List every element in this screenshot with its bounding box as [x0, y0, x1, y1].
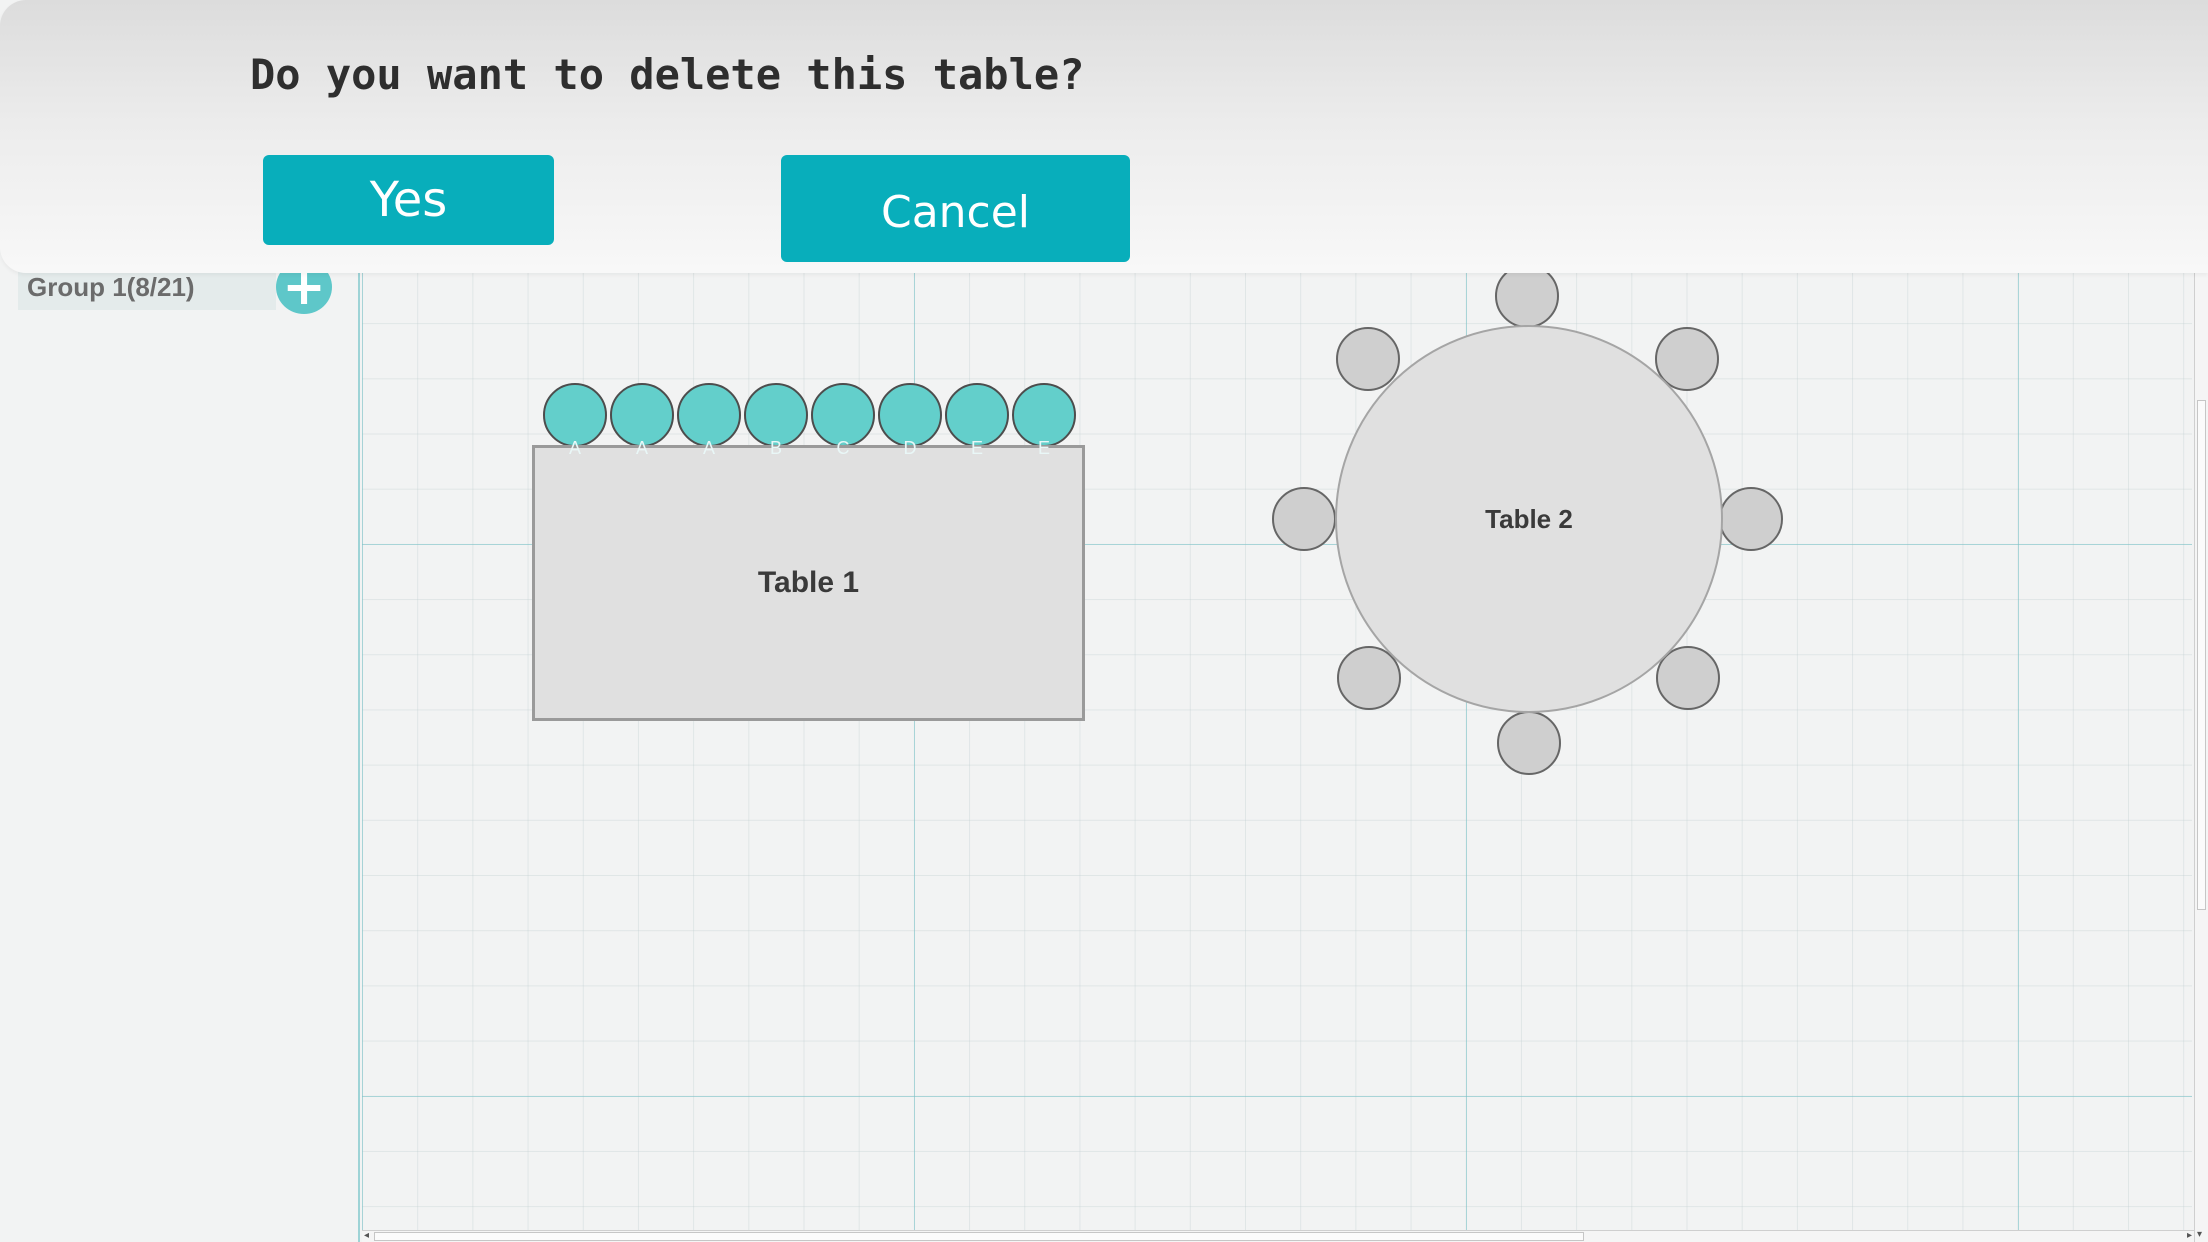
scroll-left-icon[interactable]: ◂ — [364, 1231, 369, 1241]
dialog-title: Do you want to delete this table? — [250, 50, 1085, 99]
scroll-right-icon[interactable]: ▸ — [2187, 1231, 2192, 1241]
delete-confirmation-dialog: Do you want to delete this table? Yes Ca… — [0, 0, 2208, 273]
seat-letter: A — [635, 438, 648, 458]
table-1[interactable]: Table 1 — [532, 445, 1085, 721]
vertical-scroll-thumb[interactable] — [2197, 400, 2206, 910]
horizontal-scrollbar[interactable]: ◂ ▸ — [362, 1230, 2194, 1242]
table-2[interactable]: Table 2 — [1335, 325, 1723, 713]
seat[interactable] — [1272, 487, 1336, 551]
cancel-button[interactable]: Cancel — [781, 155, 1130, 262]
seat[interactable] — [1497, 711, 1561, 775]
seat-letter: A — [568, 438, 581, 458]
seat-letter: B — [769, 438, 782, 458]
group-label: Group 1(8/21) — [27, 271, 195, 302]
seat-letter: A — [702, 438, 715, 458]
seat-letter: E — [970, 438, 983, 458]
seat-letter: C — [836, 438, 850, 458]
seat[interactable] — [1719, 487, 1783, 551]
seat-letter: D — [903, 438, 917, 458]
seat-letter: E — [1037, 438, 1050, 458]
table-label: Table 2 — [1485, 503, 1573, 534]
vertical-scrollbar[interactable]: ▾ — [2194, 270, 2208, 1242]
table-label: Table 1 — [757, 566, 860, 599]
scroll-down-icon[interactable]: ▾ — [2197, 1230, 2202, 1240]
yes-button[interactable]: Yes — [263, 155, 554, 245]
seat[interactable] — [1495, 264, 1559, 328]
horizontal-scroll-thumb[interactable] — [374, 1232, 1584, 1241]
